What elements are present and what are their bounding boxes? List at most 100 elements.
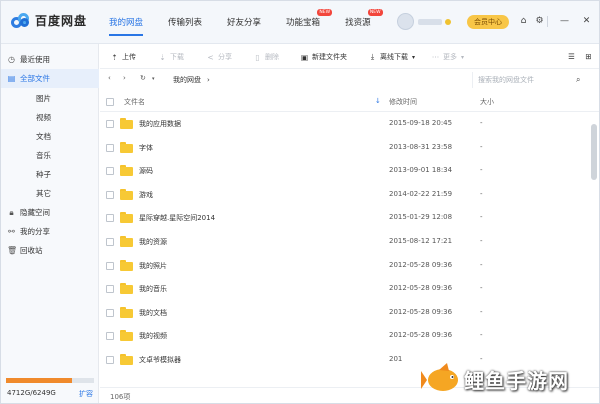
file-name[interactable]: 我的音乐 [139,284,167,294]
file-name[interactable]: 我的视频 [139,331,167,341]
avatar[interactable] [397,13,414,30]
app-logo[interactable]: 百度网盘 [11,12,87,29]
column-name-header[interactable]: 文件名 [124,97,145,107]
modified-time: 2012-05-28 09:36 [389,331,453,340]
table-row[interactable]: 游戏 2014-02-22 21:59 - [100,183,588,207]
sidebar-item-label: 最近使用 [20,55,50,64]
breadcrumb[interactable]: 我的网盘 › [165,72,465,88]
file-size: - [480,166,483,175]
item-count: 106项 [110,393,131,401]
download-button[interactable]: ⇣ 下载 [158,52,184,62]
sidebar-item-label: 文档 [36,132,51,141]
sidebar-item-6[interactable]: 种子 [1,165,99,184]
upload-label: 上传 [122,53,136,61]
modified-time: 2013-08-31 23:58 [389,142,453,151]
sidebar-item-3[interactable]: 视频 [1,108,99,127]
row-checkbox[interactable] [106,214,114,223]
table-row[interactable]: 星际穿越.星际空间2014 2015-01-29 12:08 - [100,206,588,230]
offline-download-label: 离线下载 [380,53,408,61]
file-name[interactable]: 星际穿越.星际空间2014 [139,213,215,223]
share-label: 分享 [218,53,232,61]
sidebar-item-10[interactable]: 🗑︎ 回收站 [1,241,99,260]
scrollbar[interactable] [590,112,598,386]
modified-time: 2015-01-29 12:08 [389,213,453,222]
back-icon[interactable]: ‹ [108,74,111,82]
share-icon: ⚯ [8,227,15,236]
sidebar-item-7[interactable]: 其它 [1,184,99,203]
shirt-icon[interactable]: ⌂ [518,16,529,27]
chevron-down-icon[interactable]: ▾ [152,76,155,82]
file-name[interactable]: 文卓爷模拟器 [139,355,181,365]
sidebar-item-2[interactable]: 图片 [1,89,99,108]
file-name[interactable]: 我的应用数据 [139,119,181,129]
row-checkbox[interactable] [106,143,114,152]
nav-tab-4[interactable]: 找资源 NEW [345,9,383,28]
offline-download-button[interactable]: ⤓ 离线下载 ▾ [368,52,415,62]
table-row[interactable]: 我的视频 2012-05-28 09:36 - [100,324,588,348]
new-folder-button[interactable]: ▣ 新建文件夹 [300,52,347,62]
table-row[interactable]: 我的音乐 2012-05-28 09:36 - [100,277,588,301]
more-button[interactable]: ··· 更多 ▾ [431,52,464,62]
table-row[interactable]: 我的照片 2012-05-28 09:36 - [100,254,588,278]
file-name[interactable]: 字体 [139,143,153,153]
row-checkbox[interactable] [106,190,114,199]
breadcrumb-root[interactable]: 我的网盘 [173,76,201,84]
folder-icon [120,118,133,129]
column-size-header[interactable]: 大小 [480,97,494,107]
divider [547,16,548,27]
file-name[interactable]: 我的资源 [139,237,167,247]
sidebar-item-4[interactable]: 文档 [1,127,99,146]
storage-quota-text: 4712G/6249G [7,389,56,397]
table-row[interactable]: 字体 2013-08-31 23:58 - [100,136,588,160]
file-name[interactable]: 源码 [139,166,153,176]
grid-view-icon[interactable]: ⊞ [584,52,596,61]
sidebar-item-0[interactable]: ◷ 最近使用 [1,50,99,69]
forward-icon[interactable]: › [123,74,126,82]
new-folder-label: 新建文件夹 [312,53,347,61]
table-row[interactable]: 我的文档 2012-05-28 09:36 - [100,301,588,325]
nav-tab-1[interactable]: 传输列表 [168,16,202,28]
upload-button[interactable]: ⇡ 上传 [110,52,136,62]
row-checkbox[interactable] [106,308,114,317]
close-icon[interactable]: ✕ [581,16,592,27]
sidebar-item-8[interactable]: 🔒︎ 隐藏空间 [1,203,99,222]
row-checkbox[interactable] [106,238,114,246]
row-checkbox[interactable] [106,261,114,270]
folder-icon [120,188,133,200]
select-all-checkbox[interactable] [106,98,114,106]
sidebar-item-5[interactable]: 音乐 [1,146,99,165]
nav-tab-2[interactable]: 好友分享 [227,16,261,28]
sidebar-item-9[interactable]: ⚯ 我的分享 [1,222,99,241]
refresh-icon[interactable]: ↻ [140,74,146,82]
file-size: - [480,213,483,222]
user-profile[interactable] [397,13,451,30]
sort-view-icon[interactable]: ☰ [567,52,579,61]
share-button[interactable]: < 分享 [206,52,232,62]
vip-center-button[interactable]: 会员中心 [467,15,509,29]
table-row[interactable]: 源码 2013-09-01 18:34 - [100,159,588,183]
row-checkbox[interactable] [106,167,114,176]
nav-tab-3[interactable]: 功能宝箱 NEW [286,9,333,28]
row-checkbox[interactable] [106,120,114,128]
watermark-text: 鲤鱼手游网 [464,369,569,393]
row-checkbox[interactable] [106,356,114,364]
search-icon[interactable]: ⌕ [576,72,586,88]
file-name[interactable]: 我的文档 [139,308,167,318]
file-name[interactable]: 我的照片 [139,261,167,271]
table-row[interactable]: 我的资源 2015-08-12 17:21 - [100,230,588,254]
gear-icon[interactable]: ⚙ [534,16,545,27]
minimize-icon[interactable]: — [559,16,570,27]
sidebar-item-1[interactable]: ▤ 全部文件 [1,69,99,88]
table-row[interactable]: 我的应用数据 2015-09-18 20:45 - [100,112,588,136]
scrollbar-thumb[interactable] [591,124,597,180]
file-name[interactable]: 游戏 [139,190,153,200]
sort-arrow-icon[interactable]: ↓ [375,97,381,105]
row-checkbox[interactable] [106,332,114,341]
file-size: - [480,189,483,198]
expand-storage-link[interactable]: 扩容 [79,389,93,399]
delete-button[interactable]: ▯ 删除 [253,52,279,62]
search-input[interactable]: 搜索我的网盘文件 [472,72,592,88]
column-modified-header[interactable]: 修改时间 [389,97,417,107]
row-checkbox[interactable] [106,285,114,294]
nav-tab-0[interactable]: 我的网盘 [109,16,144,36]
